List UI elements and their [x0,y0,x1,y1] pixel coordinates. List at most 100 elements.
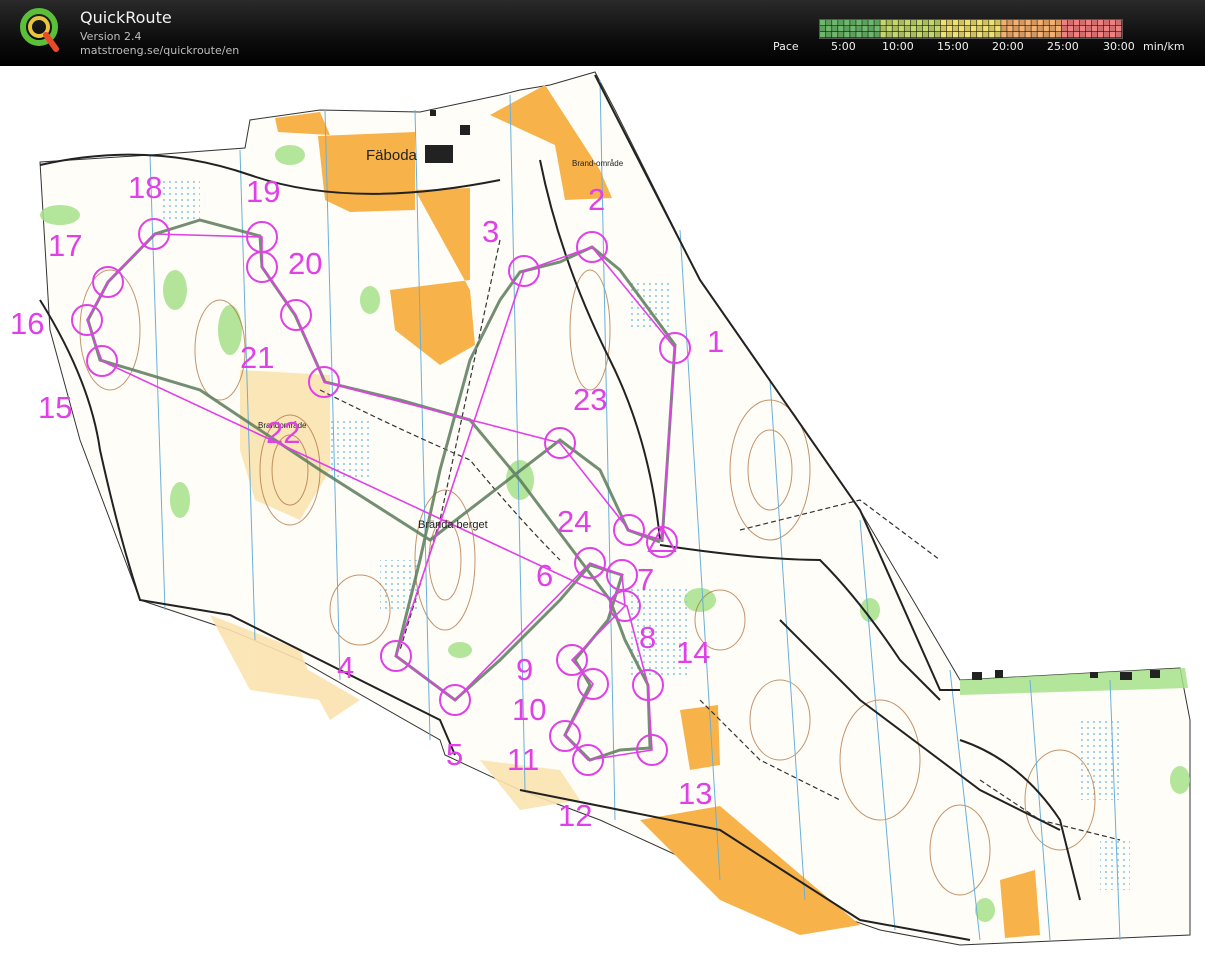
pace-tick: 20:00 [992,40,1024,53]
pace-scale-cell [1031,20,1037,26]
pace-scale-cell [1055,32,1061,38]
pace-scale-cell [838,32,844,38]
pace-scale-cell [1025,26,1031,32]
pace-scale-cell [862,26,868,32]
pace-scale-cell [838,20,844,26]
pace-scale-cell [958,20,965,26]
pace-scale-cell [910,20,917,26]
pace-scale-cell [958,26,965,32]
pace-tick: 10:00 [882,40,914,53]
pace-scale-cell [1025,20,1031,26]
pace-scale-cell [1085,32,1092,38]
pace-scale-cell [826,26,832,32]
pace-scale-cell [1097,20,1104,26]
pace-scale-cell [826,32,832,38]
pace-scale-cell [928,26,935,32]
pace-scale-cell [1043,32,1049,38]
pace-scale-cell [1037,32,1043,38]
pace-scale-cell [832,20,838,26]
pace-scale-cell [1013,26,1019,32]
pace-scale-cell [1049,26,1055,32]
pace-scale-cell [983,32,989,38]
pace-scale-cell [874,32,880,38]
pace-scale-cell [916,20,923,26]
pace-label: Pace [773,40,799,53]
pace-scale-cell [892,26,898,32]
pace-scale-cell [946,26,953,32]
app-title: QuickRoute [80,8,172,27]
orienteering-map[interactable]: Fäboda Brända berget Brand-område Brando… [0,66,1205,953]
pace-scale-cell [1007,20,1013,26]
pace-scale-cell [832,32,838,38]
pace-scale-cell [1019,32,1025,38]
pace-scale-cell [1061,26,1068,32]
control-number: 11 [507,742,539,777]
control-number: 4 [337,650,354,685]
place-label-brand-omrade: Brand-område [572,159,624,168]
pace-scale-cell [826,20,832,26]
pace-scale-cell [1115,20,1122,26]
pace-scale-cell [995,26,1001,32]
pace-scale-cell [983,26,989,32]
pace-scale-cell [856,26,862,32]
map-canvas[interactable]: Fäboda Brända berget Brand-område Brando… [0,66,1205,953]
pace-scale-cell [952,20,959,26]
pace-scale-cell [977,26,983,32]
pace-scale-cell [1007,26,1013,32]
control-number: 6 [536,558,553,593]
pace-scale-cell [886,26,892,32]
control-number: 7 [637,562,654,597]
pace-scale-cell [850,32,856,38]
pace-scale-cell [922,32,929,38]
pace-scale-cell [989,20,995,26]
control-number: 22 [266,415,300,450]
pace-scale-cell [1109,20,1116,26]
pace-tick: 15:00 [937,40,969,53]
pace-scale-cell [1001,32,1007,38]
pace-scale-cell [1067,26,1074,32]
pace-scale-cell [1091,20,1098,26]
pace-scale-cell [862,32,868,38]
pace-scale-cell [928,32,935,38]
pace-scale-cell [904,20,910,26]
pace-scale-cell [1073,20,1080,26]
pace-scale-cell [904,32,910,38]
control-number: 9 [516,652,533,687]
pace-scale-cell [850,20,856,26]
pace-scale-cell [971,20,977,26]
pace-scale-cell [964,20,971,26]
quickroute-logo-icon [20,8,59,52]
pace-scale-cell [862,20,868,26]
pace-tick: 30:00 [1103,40,1135,53]
control-number: 2 [588,182,605,217]
pace-scale-cell [958,32,965,38]
pace-scale-cell [934,26,941,32]
pace-scale-cell [1019,26,1025,32]
control-number: 13 [678,776,712,811]
pace-scale-cell [1001,26,1007,32]
pace-scale-cell [1037,26,1043,32]
pace-tick: 5:00 [831,40,856,53]
pace-scale-cell [916,26,923,32]
pace-scale-cell [850,26,856,32]
pace-scale-cell [1073,26,1080,32]
pace-scale-cell [1103,26,1110,32]
pace-scale-cell [1079,32,1086,38]
pace-scale-cell [1067,32,1074,38]
pace-color-scale [819,19,1123,39]
pace-scale-cell [977,20,983,26]
pace-tick: 25:00 [1047,40,1079,53]
pace-scale-cell [838,26,844,32]
pace-scale-cell [1115,32,1122,38]
app-version: Version 2.4 [80,30,142,43]
pace-scale-cell [1013,20,1019,26]
pace-scale-cell [880,20,886,26]
pace-scale-cell [934,20,941,26]
control-number: 17 [48,228,82,263]
pace-scale-cell [844,32,850,38]
pace-scale-cell [880,32,886,38]
pace-scale-cell [898,32,904,38]
pace-scale-cell [868,26,874,32]
pace-scale-cell [1043,26,1049,32]
pace-scale-cell [1079,26,1086,32]
